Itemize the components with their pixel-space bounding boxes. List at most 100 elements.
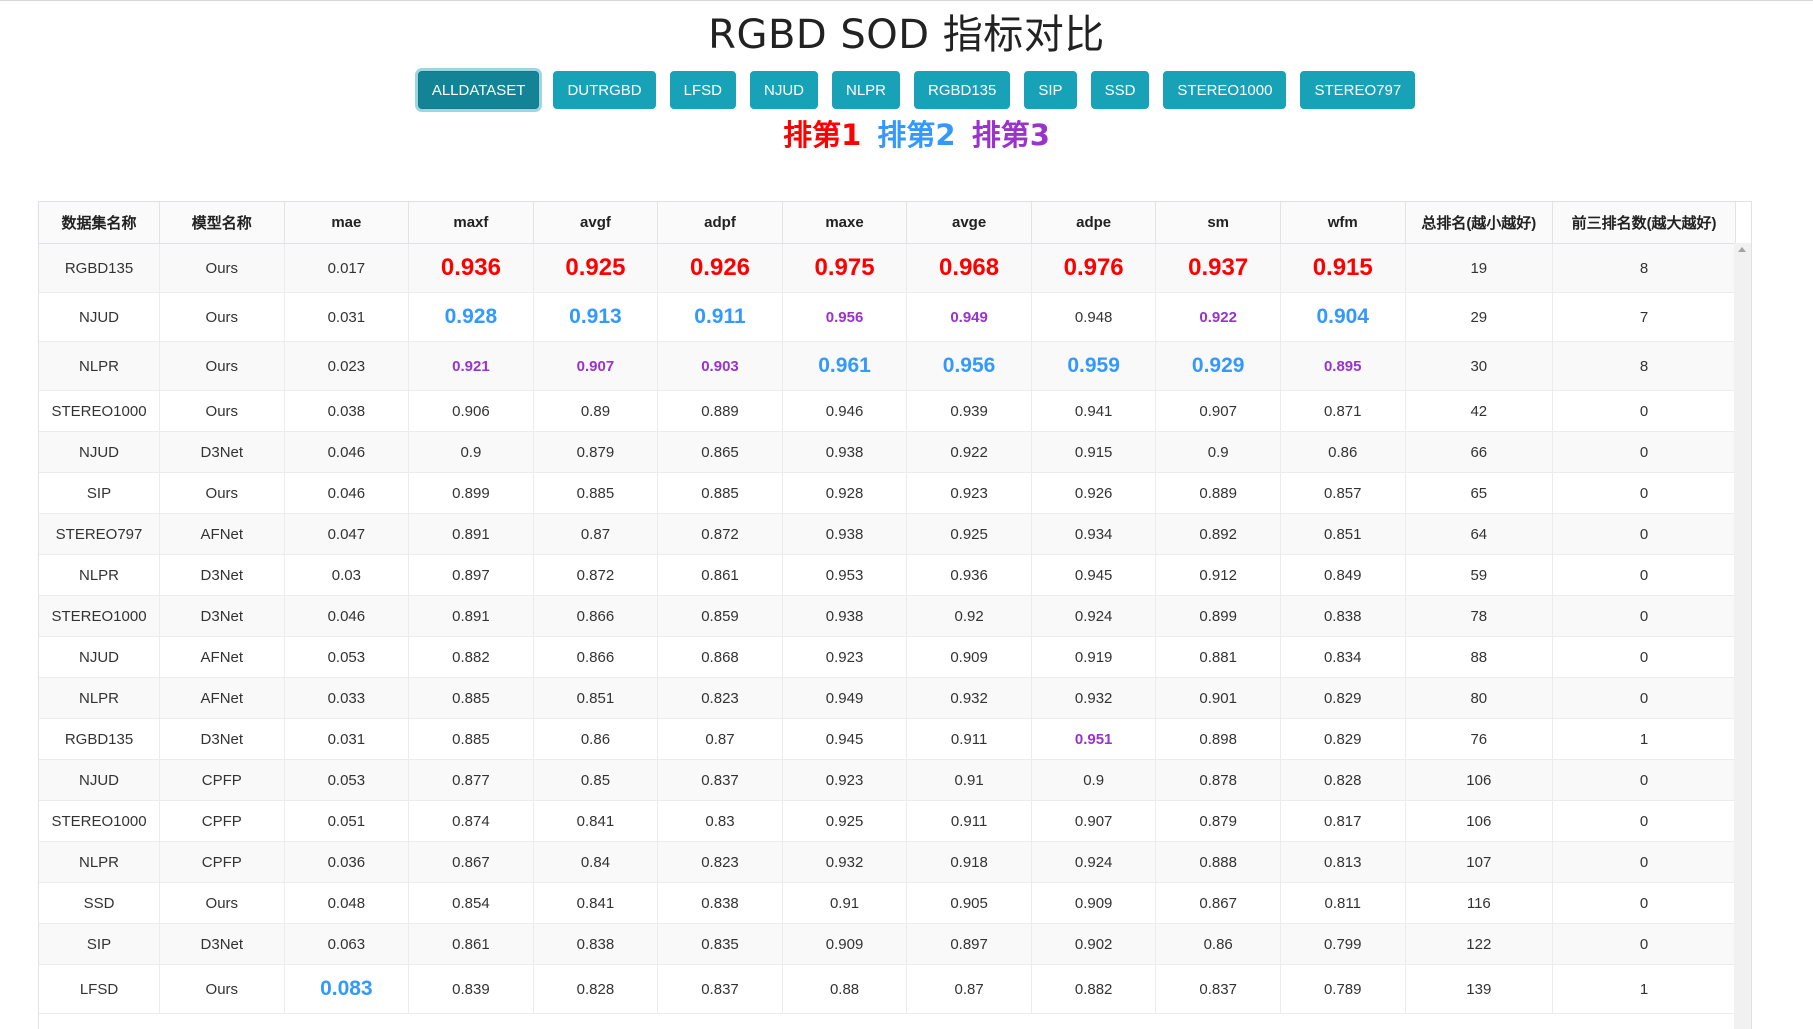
column-header[interactable]: avgf [533,202,659,244]
table-cell: 0.823 [657,677,783,719]
table-cell: 0 [1552,390,1736,432]
column-header[interactable]: adpe [1031,202,1157,244]
table-cell: 0.046 [284,595,410,637]
table-row[interactable]: RGBD135 Ours 0.017 0.936 0.925 0.926 0.975 0.96… [39,243,1736,293]
table-cell: 0.909 [782,923,908,965]
table-cell: 0.885 [408,677,534,719]
table-row[interactable]: SSD Ours 0.048 0.854 0.841 0.838 0.91 0.905 0.90… [39,882,1736,924]
table-cell: 0.909 [1031,882,1157,924]
metrics-table-container[interactable]: 数据集名称 模型名称 mae maxf avgf adpf maxe avge adpe sm wf… [38,201,1752,1029]
table-cell: 0.036 [284,841,410,883]
column-header[interactable]: 总排名(越小越好) [1405,202,1554,244]
table-cell: 0.901 [1155,677,1281,719]
dataset-button-nlpr[interactable]: NLPR [831,71,900,109]
table-cell: 0.851 [1280,513,1406,555]
table-row[interactable]: NLPR AFNet 0.033 0.885 0.851 0.823 0.949 0.932 0… [39,677,1736,719]
dataset-button-ssd[interactable]: SSD [1090,71,1150,109]
table-row[interactable]: STEREO1000 CPFP 0.051 0.874 0.841 0.83 0.925 0.… [39,800,1736,842]
dataset-button-njud[interactable]: NJUD [749,71,818,109]
table-row[interactable]: NLPR D3Net 0.03 0.897 0.872 0.861 0.953 0.936 0.… [39,554,1736,596]
table-cell: 0.838 [657,882,783,924]
table-row[interactable]: SIP D3Net 0.063 0.861 0.838 0.835 0.909 0.897 0.… [39,923,1736,965]
table-cell: 0.817 [1280,800,1406,842]
table-cell: D3Net [159,595,285,637]
table-cell: 0.9 [1155,431,1281,473]
column-header[interactable]: wfm [1280,202,1406,244]
table-cell: 65 [1405,472,1554,514]
table-row[interactable]: NJUD AFNet 0.053 0.882 0.866 0.868 0.923 0.909 0… [39,636,1736,678]
table-row[interactable]: NLPR Ours 0.023 0.921 0.907 0.903 0.961 0.956 0.… [39,341,1736,391]
table-row[interactable]: STEREO1000 Ours 0.038 0.906 0.89 0.889 0.946 0.… [39,390,1736,432]
table-cell: 0.854 [408,882,534,924]
table-row[interactable]: NLPR CPFP 0.036 0.867 0.84 0.823 0.932 0.918 0.9… [39,841,1736,883]
table-cell: 122 [1405,923,1554,965]
dataset-filter-bar: ALLDATASET DUTRGBD LFSD NJUD NLPR RGBD135 SIP S… [0,71,1813,109]
dataset-button-stereo1000[interactable]: STEREO1000 [1163,71,1287,109]
table-cell: 0.956 [906,341,1032,391]
table-cell: Ours [159,882,285,924]
table-row[interactable]: STEREO797 AFNet 0.047 0.891 0.87 0.872 0.938 0.… [39,513,1736,555]
table-cell: 0.968 [906,243,1032,293]
dataset-button-alldataset[interactable]: ALLDATASET [417,71,540,109]
column-header[interactable]: 模型名称 [159,202,285,244]
table-cell: 0.023 [284,341,410,391]
dataset-button-stereo797[interactable]: STEREO797 [1300,71,1416,109]
table-row[interactable]: STEREO1000 D3Net 0.046 0.891 0.866 0.859 0.938… [39,595,1736,637]
table-cell: 0.932 [782,841,908,883]
table-cell: STEREO1000 [39,390,161,432]
table-cell: 0 [1552,800,1736,842]
table-cell: 0 [1552,472,1736,514]
table-cell: 0.888 [1155,841,1281,883]
dataset-button-rgbd135[interactable]: RGBD135 [914,71,1011,109]
table-cell: 0.891 [408,513,534,555]
table-cell: 0.953 [782,554,908,596]
table-cell: NLPR [39,554,161,596]
table-row[interactable]: LFSD Ours 0.083 0.839 0.828 0.837 0.88 0.87 0.88… [39,964,1736,1014]
rank-legend: 排第1 排第2 排第3 [0,115,1813,155]
column-header[interactable]: avge [906,202,1032,244]
table-row[interactable]: SIP Ours 0.046 0.899 0.885 0.885 0.928 0.923 0.9… [39,472,1736,514]
table-cell: 0.89 [533,390,659,432]
table-cell: SIP [39,472,161,514]
table-cell: 0.865 [657,431,783,473]
table-cell: Ours [159,390,285,432]
table-cell: 30 [1405,341,1554,391]
table-cell: 0.948 [1031,292,1157,342]
table-cell: 0.063 [284,923,410,965]
vertical-scrollbar[interactable] [1734,243,1751,1029]
table-row[interactable]: RGBD135 D3Net 0.031 0.885 0.86 0.87 0.945 0.911… [39,718,1736,760]
table-cell: 0 [1552,882,1736,924]
table-cell: LFSD [39,964,161,1014]
column-header[interactable]: adpf [657,202,783,244]
column-header[interactable]: sm [1155,202,1281,244]
table-cell: 0.877 [408,759,534,801]
dataset-button-sip[interactable]: SIP [1024,71,1077,109]
column-header[interactable]: maxe [782,202,908,244]
column-header[interactable]: 数据集名称 [39,202,161,244]
table-cell: 0 [1552,431,1736,473]
table-cell: NLPR [39,341,161,391]
table-cell: STEREO1000 [39,800,161,842]
table-row[interactable]: NJUD Ours 0.031 0.928 0.913 0.911 0.956 0.949 0.… [39,292,1736,342]
table-cell: Ours [159,472,285,514]
table-cell: 76 [1405,718,1554,760]
dataset-button-dutrgbd[interactable]: DUTRGBD [553,71,656,109]
table-cell: 0.857 [1280,472,1406,514]
table-cell: 0.038 [284,390,410,432]
table-cell: 0 [1552,554,1736,596]
table-cell: 0.841 [533,800,659,842]
column-header[interactable]: 前三排名数(越大越好) [1552,202,1736,244]
table-cell: 0.938 [782,595,908,637]
scroll-up-arrow-icon[interactable] [1738,247,1746,252]
dataset-button-lfsd[interactable]: LFSD [669,71,736,109]
table-cell: STEREO1000 [39,595,161,637]
table-row[interactable]: NJUD CPFP 0.053 0.877 0.85 0.837 0.923 0.91 0.9 0… [39,759,1736,801]
table-row[interactable]: NJUD D3Net 0.046 0.9 0.879 0.865 0.938 0.922 0.9… [39,431,1736,473]
column-header[interactable]: mae [284,202,410,244]
table-cell: CPFP [159,800,285,842]
table-cell: 116 [1405,882,1554,924]
table-cell: 0.878 [1155,759,1281,801]
column-header[interactable]: maxf [408,202,534,244]
table-cell: RGBD135 [39,718,161,760]
table-cell: NLPR [39,841,161,883]
